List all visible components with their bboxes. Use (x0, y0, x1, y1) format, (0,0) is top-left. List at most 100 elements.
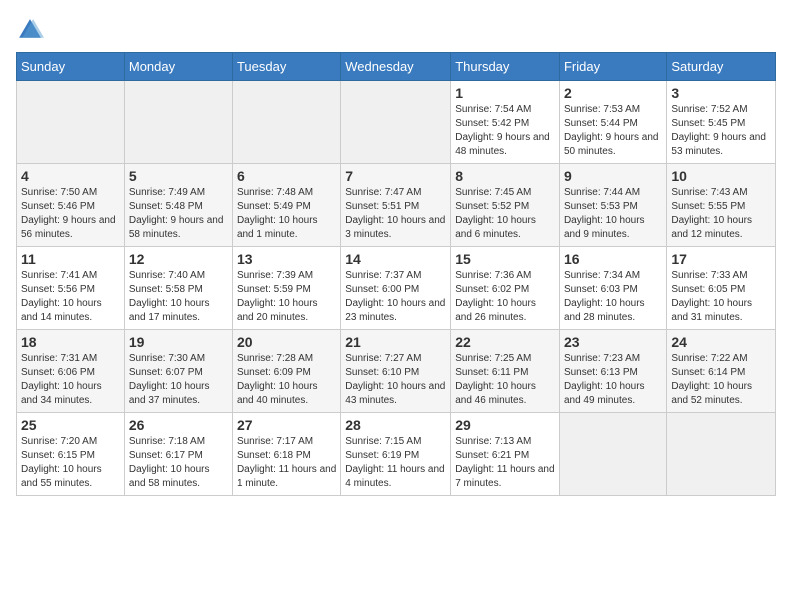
weekday-header-thursday: Thursday (451, 53, 560, 81)
page-header (16, 16, 776, 44)
day-info: Sunrise: 7:40 AMSunset: 5:58 PMDaylight:… (129, 269, 228, 325)
day-info: Sunrise: 7:50 AMSunset: 5:46 PMDaylight:… (21, 186, 120, 242)
day-info: Sunrise: 7:52 AMSunset: 5:45 PMDaylight:… (671, 103, 771, 159)
calendar-cell: 24 Sunrise: 7:22 AMSunset: 6:14 PMDayligh… (667, 330, 776, 413)
calendar-cell (341, 81, 451, 164)
calendar-cell: 27 Sunrise: 7:17 AMSunset: 6:18 PMDayligh… (232, 413, 340, 496)
calendar-cell (17, 81, 125, 164)
calendar-cell: 1Sunrise: 7:54 AMSunset: 5:42 PMDaylight… (451, 81, 560, 164)
calendar-cell: 2 Sunrise: 7:53 AMSunset: 5:44 PMDaylight… (559, 81, 666, 164)
day-info: Sunrise: 7:30 AMSunset: 6:07 PMDaylight:… (129, 352, 228, 408)
day-info: Sunrise: 7:22 AMSunset: 6:14 PMDaylight:… (671, 352, 771, 408)
day-number: 22 (455, 334, 555, 350)
day-info: Sunrise: 7:43 AMSunset: 5:55 PMDaylight:… (671, 186, 771, 242)
day-number: 4 (21, 168, 120, 184)
logo (16, 16, 48, 44)
day-number: 1 (455, 85, 555, 101)
day-info: Sunrise: 7:53 AMSunset: 5:44 PMDaylight:… (564, 103, 662, 159)
calendar-cell: 3 Sunrise: 7:52 AMSunset: 5:45 PMDaylight… (667, 81, 776, 164)
day-number: 6 (237, 168, 336, 184)
day-info: Sunrise: 7:48 AMSunset: 5:49 PMDaylight:… (237, 186, 336, 242)
calendar-cell: 18 Sunrise: 7:31 AMSunset: 6:06 PMDayligh… (17, 330, 125, 413)
day-info: Sunrise: 7:18 AMSunset: 6:17 PMDaylight:… (129, 435, 228, 491)
day-info: Sunrise: 7:41 AMSunset: 5:56 PMDaylight:… (21, 269, 120, 325)
day-info: Sunrise: 7:33 AMSunset: 6:05 PMDaylight:… (671, 269, 771, 325)
day-info: Sunrise: 7:34 AMSunset: 6:03 PMDaylight:… (564, 269, 662, 325)
day-number: 27 (237, 417, 336, 433)
calendar-cell (559, 413, 666, 496)
weekday-header-tuesday: Tuesday (232, 53, 340, 81)
day-number: 10 (671, 168, 771, 184)
calendar-cell: 23Sunrise: 7:23 AMSunset: 6:13 PMDayligh… (559, 330, 666, 413)
day-info: Sunrise: 7:23 AMSunset: 6:13 PMDaylight:… (564, 352, 662, 408)
calendar-cell: 12 Sunrise: 7:40 AMSunset: 5:58 PMDayligh… (124, 247, 232, 330)
day-number: 26 (129, 417, 228, 433)
calendar-week-4: 18 Sunrise: 7:31 AMSunset: 6:06 PMDayligh… (17, 330, 776, 413)
logo-icon (16, 16, 44, 44)
day-number: 20 (237, 334, 336, 350)
calendar-cell: 26 Sunrise: 7:18 AMSunset: 6:17 PMDayligh… (124, 413, 232, 496)
day-number: 13 (237, 251, 336, 267)
day-number: 14 (345, 251, 446, 267)
calendar-cell (232, 81, 340, 164)
day-number: 7 (345, 168, 446, 184)
day-info: Sunrise: 7:17 AMSunset: 6:18 PMDaylight:… (237, 435, 336, 491)
calendar-cell: 22 Sunrise: 7:25 AMSunset: 6:11 PMDayligh… (451, 330, 560, 413)
day-number: 16 (564, 251, 662, 267)
day-number: 9 (564, 168, 662, 184)
calendar-cell: 4 Sunrise: 7:50 AMSunset: 5:46 PMDaylight… (17, 164, 125, 247)
calendar-cell: 29Sunrise: 7:13 AMSunset: 6:21 PMDayligh… (451, 413, 560, 496)
calendar-cell: 13 Sunrise: 7:39 AMSunset: 5:59 PMDayligh… (232, 247, 340, 330)
day-number: 12 (129, 251, 228, 267)
day-info: Sunrise: 7:15 AMSunset: 6:19 PMDaylight:… (345, 435, 446, 491)
day-number: 25 (21, 417, 120, 433)
weekday-header-saturday: Saturday (667, 53, 776, 81)
day-info: Sunrise: 7:31 AMSunset: 6:06 PMDaylight:… (21, 352, 120, 408)
calendar-cell: 6 Sunrise: 7:48 AMSunset: 5:49 PMDaylight… (232, 164, 340, 247)
calendar-cell: 19 Sunrise: 7:30 AMSunset: 6:07 PMDayligh… (124, 330, 232, 413)
calendar-cell: 16 Sunrise: 7:34 AMSunset: 6:03 PMDayligh… (559, 247, 666, 330)
day-info: Sunrise: 7:49 AMSunset: 5:48 PMDaylight:… (129, 186, 228, 242)
day-info: Sunrise: 7:45 AMSunset: 5:52 PMDaylight:… (455, 186, 555, 242)
calendar-cell: 11 Sunrise: 7:41 AMSunset: 5:56 PMDayligh… (17, 247, 125, 330)
day-number: 24 (671, 334, 771, 350)
calendar-cell: 25 Sunrise: 7:20 AMSunset: 6:15 PMDayligh… (17, 413, 125, 496)
day-info: Sunrise: 7:36 AMSunset: 6:02 PMDaylight:… (455, 269, 555, 325)
day-number: 19 (129, 334, 228, 350)
calendar-cell: 14 Sunrise: 7:37 AMSunset: 6:00 PMDayligh… (341, 247, 451, 330)
day-number: 21 (345, 334, 446, 350)
weekday-header-friday: Friday (559, 53, 666, 81)
day-info: Sunrise: 7:27 AMSunset: 6:10 PMDaylight:… (345, 352, 446, 408)
weekday-header-monday: Monday (124, 53, 232, 81)
calendar-week-5: 25 Sunrise: 7:20 AMSunset: 6:15 PMDayligh… (17, 413, 776, 496)
calendar-week-1: 1Sunrise: 7:54 AMSunset: 5:42 PMDaylight… (17, 81, 776, 164)
calendar-cell: 8 Sunrise: 7:45 AMSunset: 5:52 PMDaylight… (451, 164, 560, 247)
day-number: 3 (671, 85, 771, 101)
day-info: Sunrise: 7:28 AMSunset: 6:09 PMDaylight:… (237, 352, 336, 408)
day-info: Sunrise: 7:13 AMSunset: 6:21 PMDaylight:… (455, 435, 555, 491)
day-number: 28 (345, 417, 446, 433)
calendar-cell: 5 Sunrise: 7:49 AMSunset: 5:48 PMDaylight… (124, 164, 232, 247)
calendar-cell: 15Sunrise: 7:36 AMSunset: 6:02 PMDayligh… (451, 247, 560, 330)
calendar-cell: 28 Sunrise: 7:15 AMSunset: 6:19 PMDayligh… (341, 413, 451, 496)
calendar-cell: 17 Sunrise: 7:33 AMSunset: 6:05 PMDayligh… (667, 247, 776, 330)
calendar-cell: 21 Sunrise: 7:27 AMSunset: 6:10 PMDayligh… (341, 330, 451, 413)
calendar-cell: 7 Sunrise: 7:47 AMSunset: 5:51 PMDaylight… (341, 164, 451, 247)
day-info: Sunrise: 7:20 AMSunset: 6:15 PMDaylight:… (21, 435, 120, 491)
day-number: 5 (129, 168, 228, 184)
day-info: Sunrise: 7:37 AMSunset: 6:00 PMDaylight:… (345, 269, 446, 325)
day-number: 17 (671, 251, 771, 267)
day-info: Sunrise: 7:39 AMSunset: 5:59 PMDaylight:… (237, 269, 336, 325)
calendar-cell (667, 413, 776, 496)
day-info: Sunrise: 7:47 AMSunset: 5:51 PMDaylight:… (345, 186, 446, 242)
calendar-cell (124, 81, 232, 164)
day-info: Sunrise: 7:25 AMSunset: 6:11 PMDaylight:… (455, 352, 555, 408)
calendar-week-3: 11 Sunrise: 7:41 AMSunset: 5:56 PMDayligh… (17, 247, 776, 330)
day-number: 11 (21, 251, 120, 267)
weekday-header-sunday: Sunday (17, 53, 125, 81)
day-number: 8 (455, 168, 555, 184)
weekday-header-row: SundayMondayTuesdayWednesdayThursdayFrid… (17, 53, 776, 81)
day-number: 18 (21, 334, 120, 350)
day-number: 2 (564, 85, 662, 101)
calendar-cell: 20 Sunrise: 7:28 AMSunset: 6:09 PMDayligh… (232, 330, 340, 413)
